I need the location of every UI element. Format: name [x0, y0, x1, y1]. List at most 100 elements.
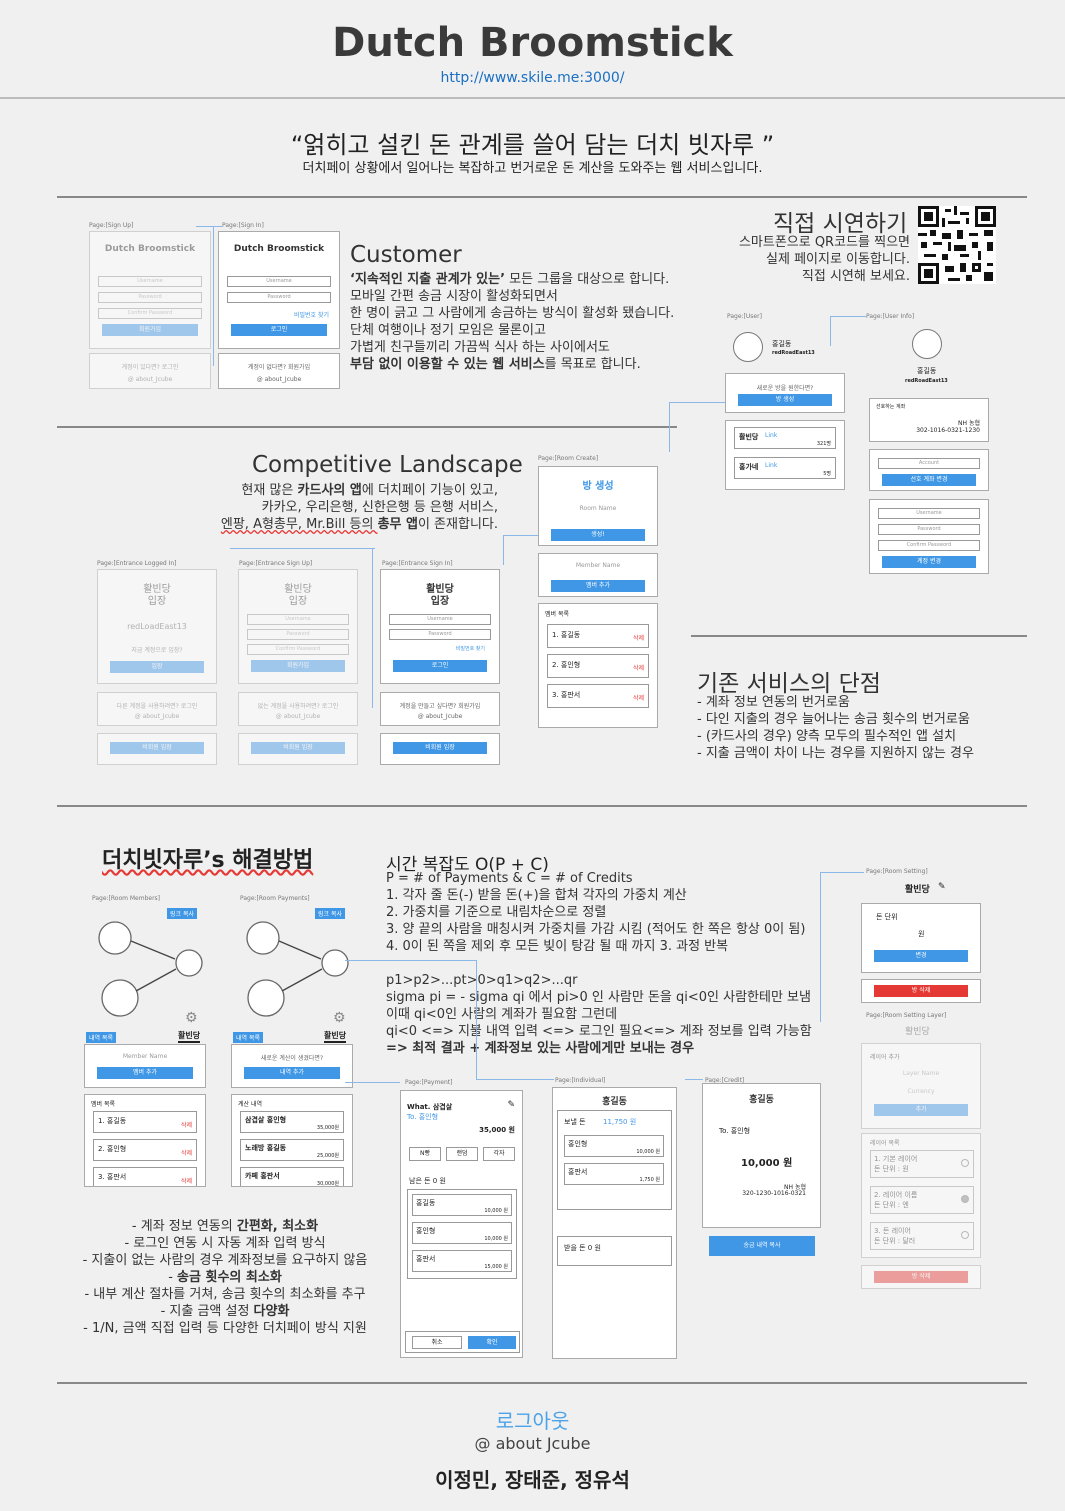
- edit-icon[interactable]: ✎: [507, 1100, 515, 1110]
- site-url[interactable]: http://www.skile.me:3000/: [0, 70, 1065, 86]
- list-item[interactable]: 3. 돈 레이어 돈 단위 : 달러: [870, 1222, 974, 1250]
- account-field[interactable]: Account: [878, 458, 980, 469]
- share-amount[interactable]: 10,000 원: [484, 1207, 508, 1214]
- password-field[interactable]: Password: [247, 629, 349, 640]
- password-field[interactable]: Password: [227, 292, 331, 303]
- list-item[interactable]: 카페 홍판서 30,000원: [240, 1167, 344, 1186]
- make-account-link[interactable]: 계정을 만들고 싶다면? 회원가입: [381, 701, 499, 710]
- about-link[interactable]: @ about Jcube: [0, 1434, 1065, 1453]
- currency-input[interactable]: Currency: [862, 1088, 980, 1095]
- confirm-field[interactable]: Confirm Password: [98, 308, 202, 319]
- delete-button[interactable]: 삭제: [633, 693, 644, 702]
- room-link[interactable]: Link: [765, 432, 777, 439]
- about-link[interactable]: @ about_Jcube: [219, 376, 339, 383]
- user-id: redRoadEast13: [905, 378, 948, 384]
- change-account-button[interactable]: 선호 계좌 변경: [882, 474, 976, 486]
- signup-button[interactable]: 회원가입: [251, 660, 345, 672]
- algorithm-line: P = # of Payments & C = # of Credits: [386, 871, 633, 886]
- each-button[interactable]: 각자: [483, 1147, 515, 1161]
- confirm-field[interactable]: Confirm Password: [247, 644, 349, 655]
- add-member-button[interactable]: 멤버 추가: [97, 1067, 193, 1079]
- password-field[interactable]: Password: [98, 292, 202, 303]
- about-link[interactable]: @ about_Jcube: [90, 376, 210, 383]
- password-field[interactable]: Password: [878, 524, 980, 535]
- edit-icon[interactable]: ✎: [938, 882, 946, 892]
- username-field[interactable]: Username: [227, 276, 331, 287]
- username-field[interactable]: Username: [247, 614, 349, 625]
- room-name-input[interactable]: Room Name: [539, 505, 657, 512]
- divider-1: [57, 196, 1027, 198]
- about-link[interactable]: @ about_Jcube: [239, 713, 357, 720]
- member-name-input[interactable]: Member Name: [539, 562, 657, 569]
- create-button[interactable]: 생성!: [551, 529, 645, 541]
- radio-button[interactable]: [961, 1159, 969, 1167]
- delete-button[interactable]: 삭제: [181, 1176, 192, 1185]
- member-name-input[interactable]: Member Name: [85, 1053, 205, 1060]
- logout-link[interactable]: 로그아웃: [0, 1405, 1065, 1434]
- layer-name-input[interactable]: Layer Name: [862, 1070, 980, 1077]
- no-account-link[interactable]: 계정이 없다면? 회원가입: [219, 362, 339, 371]
- add-member-button[interactable]: 멤버 추가: [551, 580, 645, 592]
- guest-button[interactable]: 비회원 입장: [393, 742, 487, 754]
- page-label-entrance-logged: Page:[Entrance Logged In]: [97, 560, 177, 567]
- qr-code-icon[interactable]: [918, 206, 996, 284]
- members-tab[interactable]: 활빈당: [178, 1030, 201, 1043]
- about-link[interactable]: @ about_Jcube: [98, 713, 216, 720]
- ok-button[interactable]: 확인: [468, 1336, 516, 1349]
- list-item[interactable]: 삼겹살 홍인형 35,000원: [240, 1111, 344, 1133]
- create-room-button[interactable]: 방 생성: [738, 394, 832, 406]
- other-account-link[interactable]: 다른 계정을 사용하려면? 로그인: [98, 701, 216, 710]
- find-password-link[interactable]: 비밀번호 찾기: [381, 645, 499, 652]
- history-tab[interactable]: 내역 목록: [86, 1032, 116, 1043]
- change-unit-button[interactable]: 변경: [874, 950, 968, 962]
- delete-button[interactable]: 삭제: [633, 633, 644, 642]
- radio-button[interactable]: [961, 1195, 969, 1203]
- add-history-button[interactable]: 내역 추가: [244, 1067, 340, 1079]
- confirm-field[interactable]: Confirm Password: [878, 540, 980, 551]
- history-tab[interactable]: 내역 목록: [233, 1032, 263, 1043]
- have-account-link[interactable]: 계정이 있다면? 로그인: [90, 362, 210, 371]
- random-button[interactable]: 랜덤: [446, 1147, 478, 1161]
- login-button[interactable]: 로그인: [393, 660, 487, 672]
- list-item[interactable]: 1. 기본 레이어 돈 단위 : 원: [870, 1150, 974, 1178]
- share-amount[interactable]: 15,000 원: [484, 1263, 508, 1270]
- find-password-link[interactable]: 비밀번호 찾기: [219, 310, 339, 319]
- send-item-amount: 10,000 원: [636, 1149, 660, 1155]
- room-delete-button[interactable]: 방 삭제: [874, 985, 968, 997]
- guest-button[interactable]: 비회원 입장: [251, 742, 345, 754]
- room-link[interactable]: Link: [765, 462, 777, 469]
- change-info-button[interactable]: 계정 변경: [882, 556, 976, 568]
- layer-name: 3. 돈 레이어: [874, 1227, 911, 1235]
- enter-button[interactable]: 입장: [110, 661, 204, 673]
- nbbang-button[interactable]: N빵: [409, 1147, 441, 1161]
- login-button[interactable]: 로그인: [231, 324, 327, 336]
- list-item[interactable]: 활빈당 Link 321명: [734, 427, 836, 449]
- add-layer-button[interactable]: 추가: [874, 1104, 968, 1116]
- password-field[interactable]: Password: [389, 629, 491, 640]
- share-amount[interactable]: 10,000 원: [484, 1235, 508, 1242]
- avatar-icon[interactable]: [733, 332, 763, 362]
- delete-button[interactable]: 삭제: [181, 1120, 192, 1129]
- unit-value[interactable]: 원: [918, 929, 924, 939]
- no-account-link[interactable]: 없는 계정을 사용하려면? 로그인: [239, 701, 357, 710]
- unit-box: 돈 단위 원 변경: [861, 903, 981, 973]
- list-item[interactable]: 2. 레이어 이름 돈 단위 : 엔: [870, 1186, 974, 1214]
- cancel-button[interactable]: 취소: [412, 1336, 462, 1349]
- username-field[interactable]: Username: [98, 276, 202, 287]
- list-item[interactable]: 홍가네 Link 5명: [734, 457, 836, 479]
- signup-button[interactable]: 회원가입: [102, 324, 198, 336]
- gear-icon[interactable]: ⚙: [185, 1010, 198, 1026]
- guest-button[interactable]: 비회원 입장: [110, 742, 204, 754]
- about-link[interactable]: @ about_Jcube: [381, 713, 499, 720]
- username-field[interactable]: Username: [878, 508, 980, 519]
- payments-tab[interactable]: 활빈당: [324, 1030, 347, 1043]
- radio-button[interactable]: [961, 1231, 969, 1239]
- room-delete-button[interactable]: 방 삭제: [874, 1271, 968, 1283]
- copy-send-button[interactable]: 송금 내역 복사: [709, 1236, 815, 1256]
- username-field[interactable]: Username: [389, 614, 491, 625]
- gear-icon[interactable]: ⚙: [333, 1010, 346, 1026]
- delete-button[interactable]: 삭제: [181, 1148, 192, 1157]
- list-item[interactable]: 노래방 홍길동 25,000원: [240, 1139, 344, 1161]
- algorithm-text: P = # of Payments & C = # of Credits 1. …: [386, 870, 856, 1057]
- delete-button[interactable]: 삭제: [633, 663, 644, 672]
